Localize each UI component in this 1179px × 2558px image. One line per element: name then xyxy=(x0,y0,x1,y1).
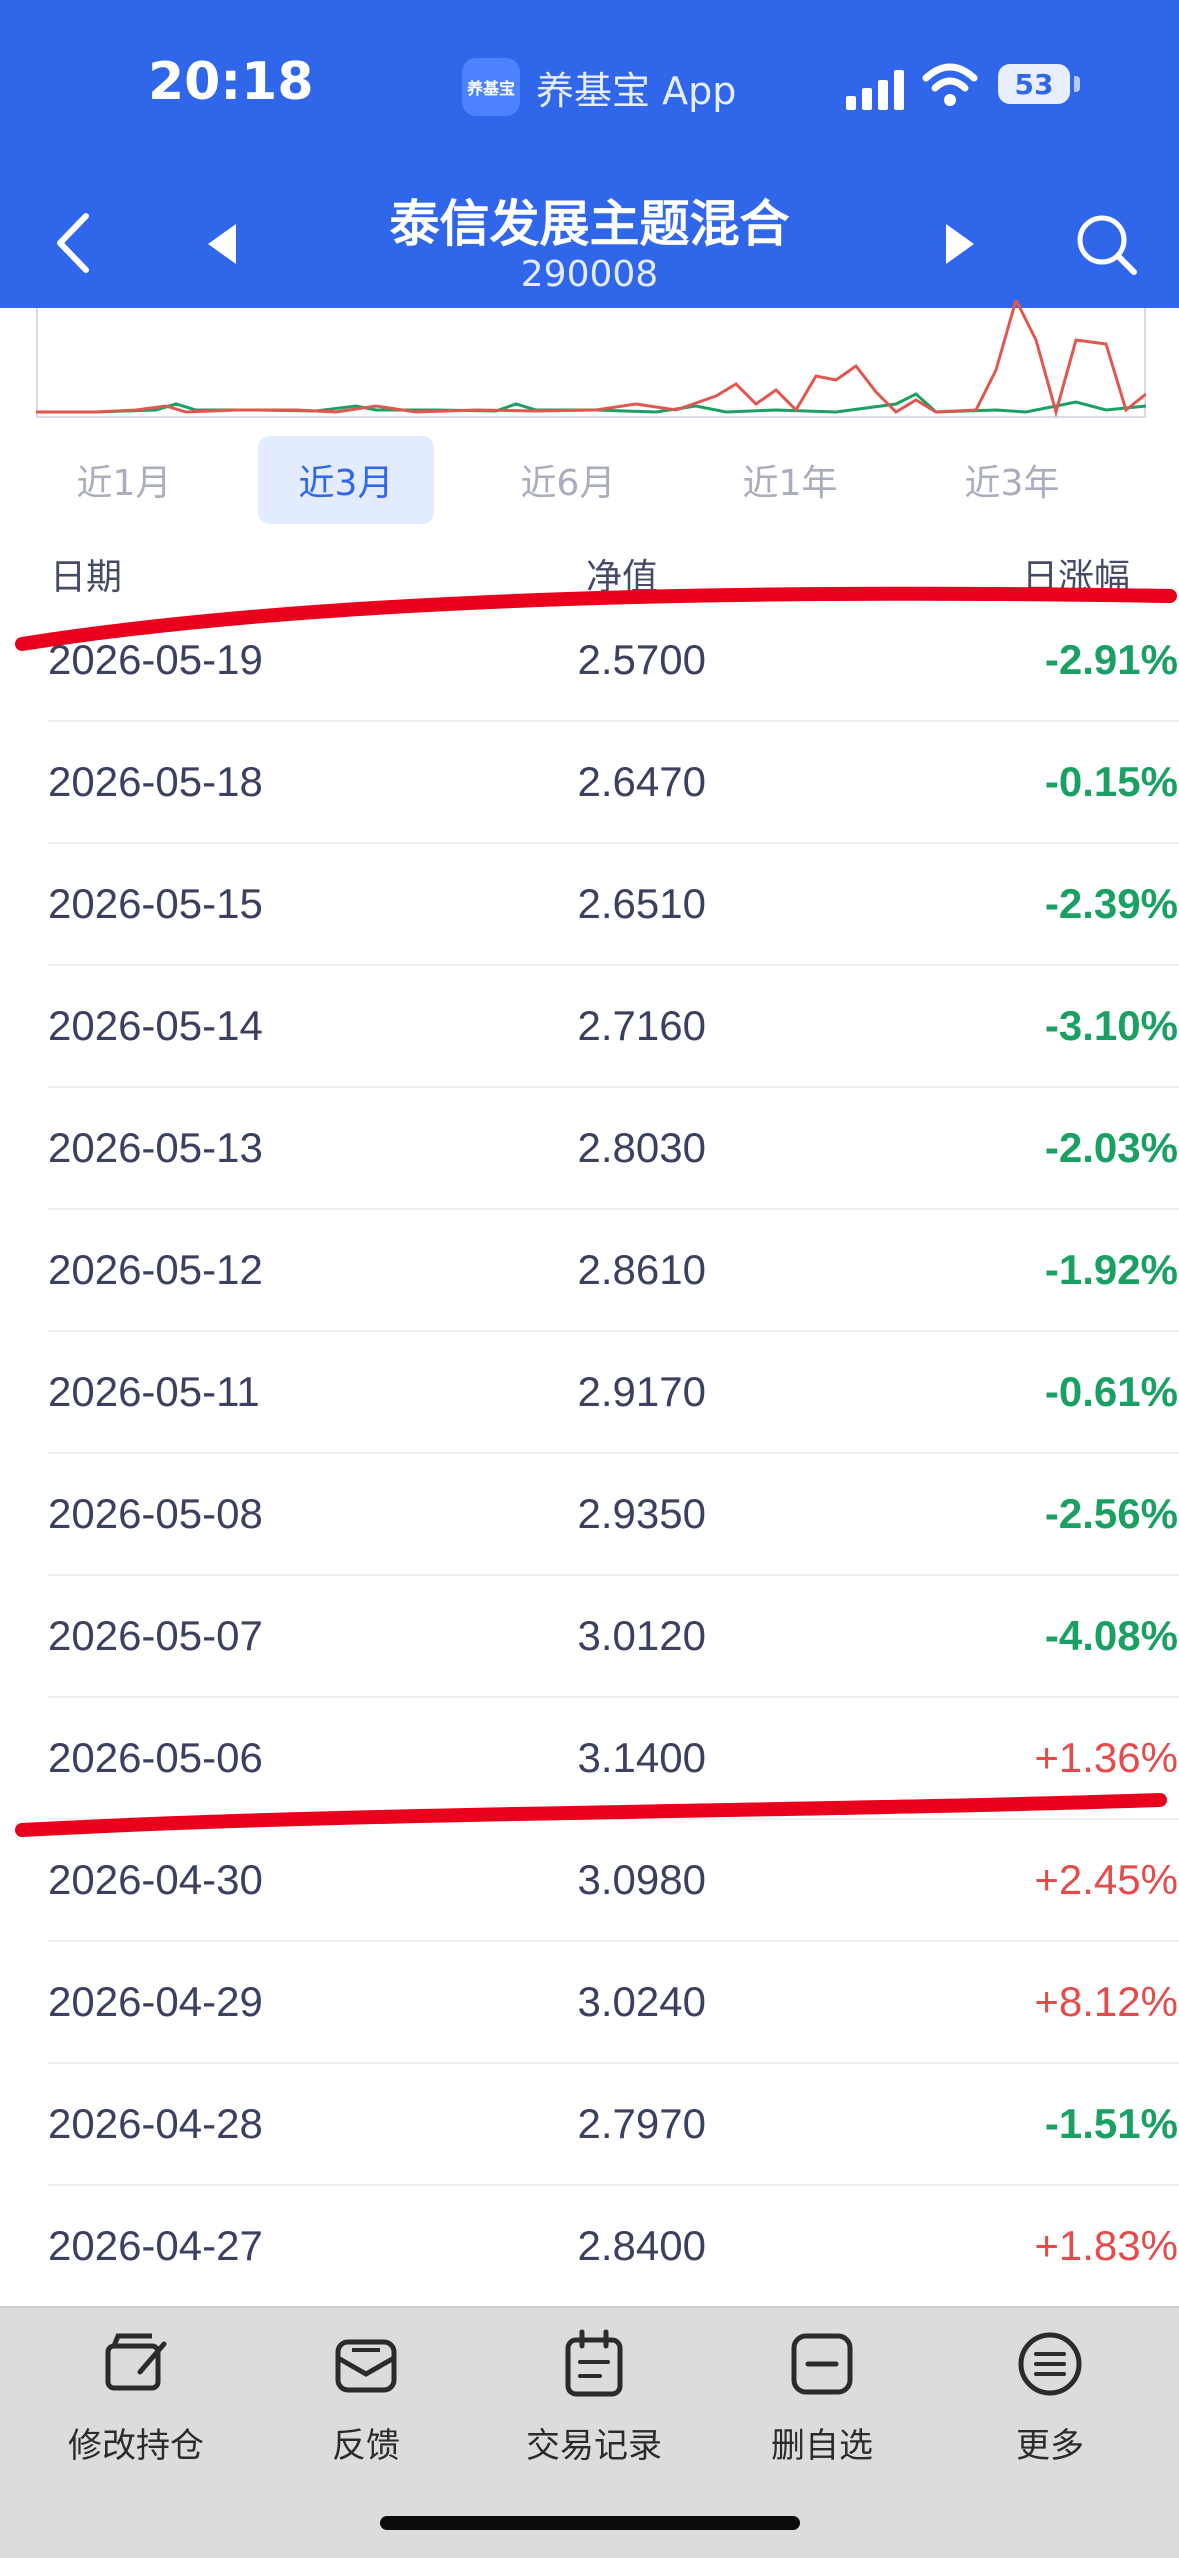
row-date: 2026-04-30 xyxy=(48,1856,263,1903)
table-row[interactable]: 2026-04-30 3.0980 +2.45% xyxy=(48,1820,1179,1942)
row-nav: 3.1400 xyxy=(577,1734,706,1781)
row-nav: 2.5700 xyxy=(577,636,706,683)
row-date: 2026-04-28 xyxy=(48,2100,263,2147)
calendar-icon xyxy=(565,2329,623,2397)
row-change: -0.61% xyxy=(1044,1368,1178,1415)
trade-records-button[interactable]: 交易记录 xyxy=(494,2328,694,2467)
header-date: 日期 xyxy=(50,557,123,598)
row-date: 2026-05-07 xyxy=(48,1612,263,1659)
row-date: 2026-05-06 xyxy=(48,1734,263,1781)
row-change: +1.83% xyxy=(1034,2222,1178,2269)
tab-1-year[interactable]: 近1年 xyxy=(702,436,878,524)
feedback-button[interactable]: 反馈 xyxy=(266,2328,466,2467)
cellular-signal-icon xyxy=(846,68,904,110)
row-nav: 2.9350 xyxy=(577,1490,706,1537)
row-date: 2026-05-14 xyxy=(48,1002,263,1049)
table-row[interactable]: 2026-04-29 3.0240 +8.12% xyxy=(48,1942,1179,2064)
row-nav: 3.0120 xyxy=(577,1612,706,1659)
nav-history-list: 2026-05-19 2.5700 -2.91% 2026-05-18 2.6470 -0… xyxy=(0,600,1179,2308)
row-nav: 3.0240 xyxy=(577,1978,706,2025)
table-row[interactable]: 2026-05-18 2.6470 -0.15% xyxy=(48,722,1179,844)
header-change: 日涨幅 xyxy=(1021,557,1130,598)
tab-1-month[interactable]: 近1月 xyxy=(36,436,212,524)
row-nav: 2.8400 xyxy=(577,2222,706,2269)
row-change: -3.10% xyxy=(1044,1002,1178,1049)
row-change: +2.45% xyxy=(1034,1856,1178,1903)
app-indicator[interactable]: 养基宝 养基宝 App xyxy=(462,58,736,116)
row-change: -2.91% xyxy=(1044,636,1178,683)
table-row[interactable]: 2026-05-07 3.0120 -4.08% xyxy=(48,1576,1179,1698)
top-bar: 20:18 养基宝 养基宝 App 53 泰信发展主题混合 290008 xyxy=(0,0,1179,308)
feedback-label: 反馈 xyxy=(332,2426,400,2466)
tab-6-months[interactable]: 近6月 xyxy=(480,436,656,524)
table-row[interactable]: 2026-05-12 2.8610 -1.92% xyxy=(48,1210,1179,1332)
feedback-mail-icon xyxy=(335,2339,397,2393)
table-row[interactable]: 2026-05-14 2.7160 -3.10% xyxy=(48,966,1179,1088)
edit-holdings-icon xyxy=(105,2333,167,2391)
row-date: 2026-05-11 xyxy=(48,1368,260,1415)
table-row[interactable]: 2026-04-28 2.7970 -1.51% xyxy=(48,2064,1179,2186)
row-change: +1.36% xyxy=(1034,1734,1178,1781)
row-change: -0.15% xyxy=(1044,758,1178,805)
more-label: 更多 xyxy=(1016,2426,1084,2466)
fund-code: 290008 xyxy=(520,254,659,295)
row-date: 2026-05-12 xyxy=(48,1246,263,1293)
trade-records-label: 交易记录 xyxy=(526,2426,662,2466)
row-change: +8.12% xyxy=(1034,1978,1178,2025)
edit-holdings-label: 修改持仓 xyxy=(68,2426,204,2466)
more-menu-icon xyxy=(1018,2332,1082,2396)
row-nav: 2.8030 xyxy=(577,1124,706,1171)
row-change: -1.92% xyxy=(1044,1246,1178,1293)
row-change: -2.39% xyxy=(1044,880,1178,927)
fund-title: 泰信发展主题混合 xyxy=(389,195,790,253)
table-row[interactable]: 2026-05-11 2.9170 -0.61% xyxy=(48,1332,1179,1454)
header-nav: 净值 xyxy=(585,557,658,598)
row-date: 2026-05-08 xyxy=(48,1490,263,1537)
period-tabs: 近1月 近3月 近6月 近1年 近3年 xyxy=(36,436,1146,524)
next-fund-icon[interactable] xyxy=(942,222,978,266)
row-date: 2026-05-19 xyxy=(48,636,263,683)
row-date: 2026-04-29 xyxy=(48,1978,263,2025)
row-nav: 2.7160 xyxy=(577,1002,706,1049)
battery-tip xyxy=(1074,76,1080,92)
search-icon[interactable] xyxy=(1074,212,1138,276)
table-header: 日期 净值 日涨幅 xyxy=(0,548,1179,598)
more-button[interactable]: 更多 xyxy=(950,2328,1150,2467)
row-nav: 2.6510 xyxy=(577,880,706,927)
row-nav: 2.7970 xyxy=(577,2100,706,2147)
tab-3-months[interactable]: 近3月 xyxy=(258,436,434,524)
remove-favorite-icon xyxy=(791,2333,853,2395)
row-date: 2026-04-27 xyxy=(48,2222,263,2269)
wifi-icon xyxy=(922,63,978,106)
battery-icon: 53 xyxy=(998,64,1070,104)
row-nav: 2.8610 xyxy=(577,1246,706,1293)
row-date: 2026-05-13 xyxy=(48,1124,263,1171)
table-row[interactable]: 2026-05-13 2.8030 -2.03% xyxy=(48,1088,1179,1210)
row-change: -2.03% xyxy=(1044,1124,1178,1171)
remove-favorite-button[interactable]: 删自选 xyxy=(722,2328,922,2467)
home-indicator[interactable] xyxy=(380,2516,800,2530)
row-nav: 2.6470 xyxy=(577,758,706,805)
performance-chart[interactable] xyxy=(36,300,1146,418)
row-change: -2.56% xyxy=(1044,1490,1178,1537)
row-date: 2026-05-15 xyxy=(48,880,263,927)
tab-3-years[interactable]: 近3年 xyxy=(924,436,1100,524)
table-row[interactable]: 2026-04-27 2.8400 +1.83% xyxy=(48,2186,1179,2308)
fund-line xyxy=(36,300,1146,418)
table-row[interactable]: 2026-05-06 3.1400 +1.36% xyxy=(48,1698,1179,1820)
edit-holdings-button[interactable]: 修改持仓 xyxy=(36,2328,236,2467)
row-date: 2026-05-18 xyxy=(48,758,263,805)
table-row[interactable]: 2026-05-15 2.6510 -2.39% xyxy=(48,844,1179,966)
table-row[interactable]: 2026-05-19 2.5700 -2.91% xyxy=(48,600,1179,722)
app-name: 养基宝 App xyxy=(536,68,737,113)
table-row[interactable]: 2026-05-08 2.9350 -2.56% xyxy=(48,1454,1179,1576)
row-nav: 2.9170 xyxy=(577,1368,706,1415)
status-time: 20:18 xyxy=(148,52,314,112)
remove-favorite-label: 删自选 xyxy=(771,2426,873,2466)
row-nav: 3.0980 xyxy=(577,1856,706,1903)
app-logo-icon: 养基宝 xyxy=(462,58,520,116)
row-change: -4.08% xyxy=(1044,1612,1178,1659)
row-change: -1.51% xyxy=(1044,2100,1178,2147)
